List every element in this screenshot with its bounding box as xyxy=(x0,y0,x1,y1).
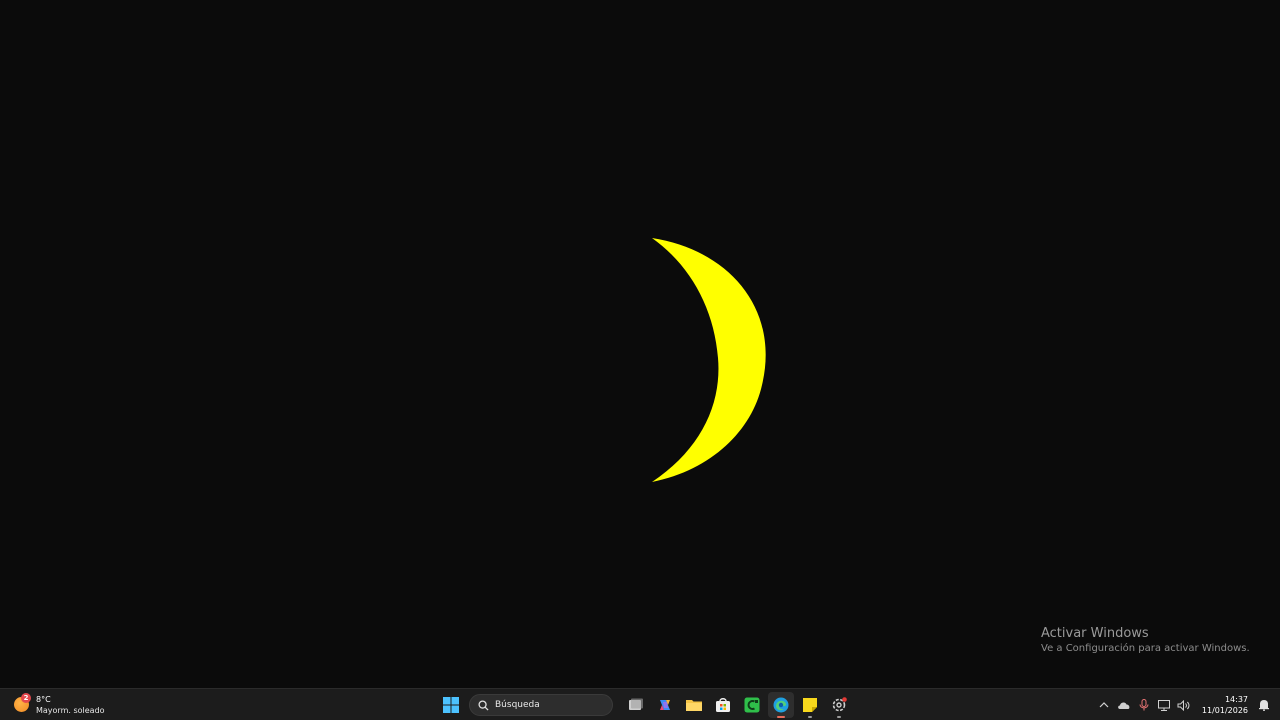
watermark-subtitle: Ve a Configuración para activar Windows. xyxy=(1041,643,1250,654)
volume-button[interactable] xyxy=(1174,694,1194,716)
settings-button[interactable] xyxy=(826,692,852,718)
store-button[interactable] xyxy=(710,692,736,718)
microphone-icon xyxy=(1139,699,1149,711)
sun-icon: 2 xyxy=(12,693,32,715)
search-icon xyxy=(478,699,489,711)
network-icon xyxy=(1157,699,1170,711)
onedrive-button[interactable] xyxy=(1114,694,1134,716)
sticky-notes-icon xyxy=(802,698,817,712)
watermark-title: Activar Windows xyxy=(1041,626,1149,641)
speaker-icon xyxy=(1177,699,1190,711)
clock[interactable]: 14:37 11/01/2026 xyxy=(1202,694,1248,716)
windows-logo-icon xyxy=(442,697,459,713)
edge-button[interactable] xyxy=(767,692,794,718)
taskbar-apps: Búsqueda xyxy=(436,692,853,718)
search-input[interactable]: Búsqueda xyxy=(469,694,613,716)
network-button[interactable] xyxy=(1154,694,1174,716)
folder-icon xyxy=(685,700,702,711)
store-icon xyxy=(715,698,730,712)
activation-watermark: Activar Windows Ve a Configuración para … xyxy=(1041,625,1250,656)
taskbar: 2 8°C Mayorm. soleado Búsqueda 14:37 11/… xyxy=(0,688,1280,720)
running-indicator xyxy=(836,716,841,718)
show-hidden-icons-button[interactable] xyxy=(1094,694,1114,716)
notifications-button[interactable] xyxy=(1254,694,1274,716)
weather-temperature: 8°C xyxy=(36,694,51,704)
weather-description: Mayorm. soleado xyxy=(36,705,105,715)
active-indicator xyxy=(776,716,785,718)
file-explorer-button[interactable] xyxy=(681,692,707,718)
copilot-button[interactable] xyxy=(652,692,678,718)
start-button[interactable] xyxy=(438,692,464,718)
copilot-icon xyxy=(659,700,670,710)
edge-icon xyxy=(773,697,788,713)
crescent-moon xyxy=(652,238,766,482)
running-indicator xyxy=(807,716,812,718)
moon-shape xyxy=(652,238,766,482)
weather-badge: 2 xyxy=(21,693,31,703)
task-view-icon xyxy=(628,698,643,710)
notification-bell-icon xyxy=(1259,700,1269,711)
green-app-button[interactable] xyxy=(739,692,765,718)
clock-time: 14:37 xyxy=(1224,695,1248,704)
desktop: Activar Windows Ve a Configuración para … xyxy=(0,0,1280,688)
system-tray: 14:37 11/01/2026 xyxy=(1094,692,1280,718)
clock-date: 11/01/2026 xyxy=(1201,706,1248,715)
sticky-notes-button[interactable] xyxy=(797,692,823,718)
green-app-icon xyxy=(744,697,759,713)
task-view-button[interactable] xyxy=(623,692,649,718)
search-label: Búsqueda xyxy=(495,700,540,710)
microphone-button[interactable] xyxy=(1134,694,1154,716)
weather-widget[interactable]: 2 8°C Mayorm. soleado xyxy=(12,692,105,718)
chevron-up-icon xyxy=(1099,702,1109,708)
cloud-icon xyxy=(1118,702,1130,709)
settings-icon xyxy=(832,697,847,712)
